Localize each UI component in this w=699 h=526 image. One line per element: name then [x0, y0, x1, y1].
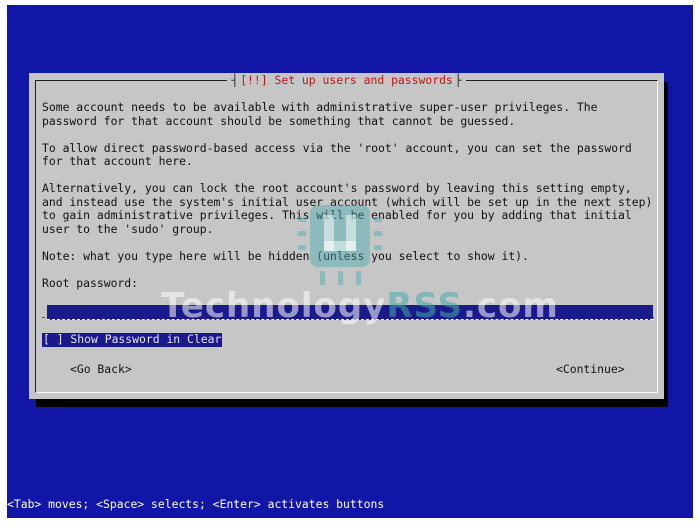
root-password-label: Root password:	[42, 275, 139, 290]
dialog-title: [!!] Set up users and passwords	[29, 73, 664, 88]
status-bar-hint: <Tab> moves; <Space> selects; <Enter> ac…	[7, 497, 385, 511]
paragraph-root-access: To allow direct password-based access vi…	[42, 140, 632, 168]
dialog-body: Some account needs to be available with …	[42, 100, 653, 304]
show-password-checkbox[interactable]: [ ] Show Password in Clear	[42, 332, 223, 347]
setup-users-dialog: [!!] Set up users and passwords Some acc…	[29, 73, 664, 399]
paragraph-note: Note: what you type here will be hidden …	[42, 248, 529, 263]
go-back-button[interactable]: <Go Back>	[70, 362, 132, 376]
dialog-title-text: [!!] Set up users and passwords	[227, 73, 466, 88]
paragraph-intro: Some account needs to be available with …	[42, 100, 598, 128]
paragraph-lock-root: Alternatively, you can lock the root acc…	[42, 181, 653, 236]
root-password-input[interactable]	[47, 305, 653, 320]
continue-button[interactable]: <Continue>	[556, 362, 625, 376]
